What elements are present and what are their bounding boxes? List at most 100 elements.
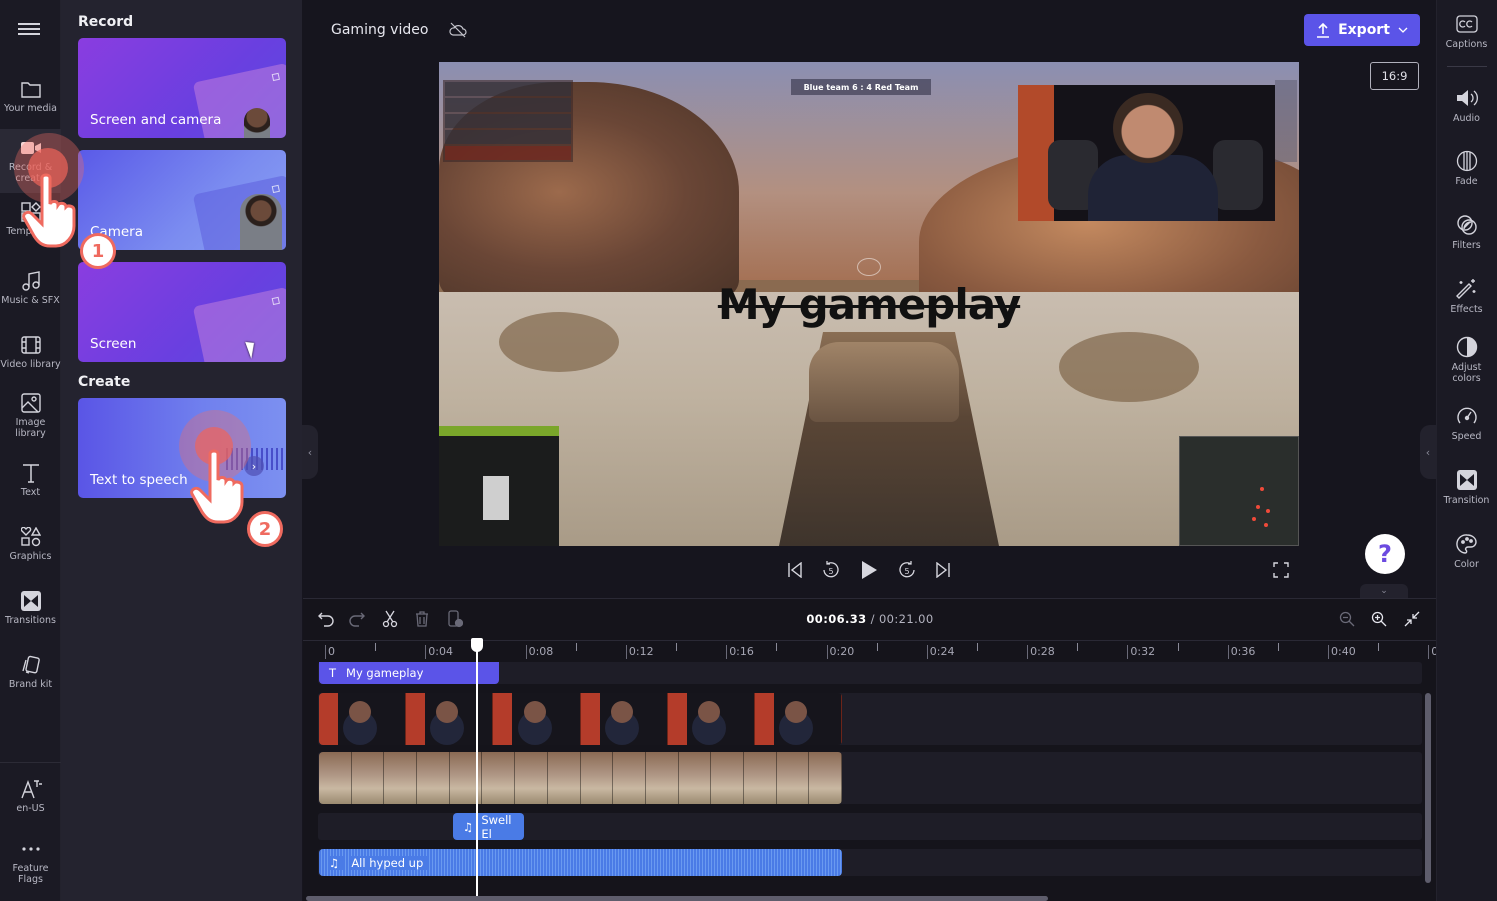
music-note-icon: ♫ [329,855,344,870]
audio-clip[interactable]: ♫ All hyped up [319,849,842,876]
clip-label: Swell El [481,813,512,840]
ruler-tick-label: 0:12 [628,645,654,658]
clip-thumbnail-frame [515,752,548,804]
project-title[interactable]: Gaming video [316,14,434,46]
fit-timeline-button[interactable] [1400,608,1424,630]
skip-to-end-button[interactable] [931,558,955,582]
screen-and-camera-card[interactable]: Screen and camera [78,38,286,138]
webcam-video-clip[interactable] [319,693,842,745]
forward-icon: 5 [899,561,915,578]
rail-item-color[interactable]: Color [1436,532,1497,570]
rail-label: Captions [1445,39,1488,50]
screen-card[interactable]: Screen [78,262,286,362]
ruler-major-tick [1227,645,1229,659]
delete-button[interactable] [410,608,434,630]
gameplay-video-clip[interactable] [319,752,842,804]
ruler-major-tick [726,645,728,659]
game-score-panel [443,80,573,162]
rail-item-transition[interactable]: Transition [1436,468,1497,506]
text-clip[interactable]: T My gameplay [319,662,499,684]
transition-icon [1455,468,1479,492]
export-button[interactable]: Export [1304,14,1420,46]
camera-card[interactable]: Camera [78,150,286,250]
rail-item-text[interactable]: Text [0,454,61,518]
timeline-horizontal-scrollbar[interactable] [306,896,1048,901]
clip-label: My gameplay [346,666,424,680]
rail-label: Brand kit [8,679,53,690]
rail-item-effects[interactable]: Effects [1436,277,1497,315]
cloud-off-icon[interactable] [442,16,474,44]
fullscreen-button[interactable] [1269,558,1293,582]
step-2-badge: 2 [247,511,283,547]
ruler-minor-tick [1077,643,1079,651]
audio-clip[interactable]: ♫ Swell El [453,813,524,840]
webcam-chair [1213,140,1263,210]
ruler-major-tick [525,645,527,659]
text-icon: T [329,666,337,680]
video-preview[interactable]: Blue team 6 : 4 Red Team My gameplay [439,62,1299,546]
help-collapse-button[interactable]: ⌄ [1360,584,1408,598]
playhead-handle[interactable] [471,638,483,652]
aspect-ratio-button[interactable]: 16:9 [1370,62,1419,90]
collapse-panel-button[interactable]: ‹ [302,425,318,479]
redo-icon [349,612,365,627]
rail-item-video-library[interactable]: Video library [0,326,61,390]
rail-item-audio[interactable]: Audio [1436,86,1497,124]
rail-item-adjust-colors[interactable]: Adjust colors [1436,335,1497,384]
menu-button[interactable] [18,20,40,38]
forward-5-button[interactable]: 5 [895,558,919,582]
rewind-5-button[interactable]: 5 [819,558,843,582]
rail-label: Your media [4,103,57,114]
skip-to-start-button[interactable] [783,558,807,582]
text-overlay[interactable]: My gameplay [439,280,1299,329]
redo-button[interactable] [345,608,369,630]
minimap-marker [1264,523,1268,527]
chevron-down-icon: ⌄ [1380,586,1388,596]
rail-item-graphics[interactable]: Graphics [0,518,61,582]
rail-item-your-media[interactable]: Your media [0,70,61,134]
collapse-properties-button[interactable]: ‹ [1420,425,1436,479]
add-to-timeline-button[interactable] [443,608,467,630]
presenter-thumbnail [244,108,270,138]
rail-item-language[interactable]: en-US [0,770,61,834]
zoom-in-button[interactable] [1367,608,1391,630]
rail-item-speed[interactable]: Speed [1436,404,1497,442]
weapon-image [483,476,509,520]
ruler-major-tick [325,645,326,659]
clip-thumbnail-frame [678,752,712,804]
rail-label: Filters [1452,240,1481,251]
rail-item-image-library[interactable]: Image library [0,384,61,448]
clip-thumbnail-frame [809,752,842,804]
webcam-overlay[interactable] [1018,85,1275,221]
window-illustration [192,286,286,362]
rail-item-filters[interactable]: Filters [1436,213,1497,251]
film-icon [20,334,42,356]
rail-item-brand-kit[interactable]: Brand kit [0,646,61,710]
ruler-tick-label: 0 [328,645,335,658]
skip-back-icon [788,562,802,578]
card-label: Screen and camera [90,112,222,128]
split-button[interactable] [378,608,402,630]
pointer-hand-icon [22,173,76,248]
rail-item-captions[interactable]: Captions [1436,12,1497,50]
rail-item-fade[interactable]: Fade [1436,149,1497,187]
undo-button[interactable] [314,608,338,630]
play-button[interactable] [857,558,881,582]
rail-item-transitions[interactable]: Transitions [0,582,61,646]
ruler-tick-label: 0:20 [829,645,855,658]
rail-item-music-sfx[interactable]: Music & SFX [0,262,61,326]
help-button[interactable]: ? [1365,534,1405,574]
rail-item-feature-flags[interactable]: Feature Flags [0,830,61,894]
rail-label: Adjust colors [1451,362,1482,384]
step-1-badge: 1 [80,233,116,269]
ruler-major-tick [826,645,828,659]
zoom-out-button[interactable] [1335,608,1359,630]
ruler-tick-label: 0:32 [1130,645,1156,658]
clip-thumbnail-frame [384,752,418,804]
timeline-vertical-scrollbar[interactable] [1425,693,1431,883]
ruler-minor-tick [375,643,377,651]
ruler-minor-tick [1277,643,1279,651]
right-rail [1436,0,1497,901]
brand-kit-icon [20,654,42,676]
collapse-arrows-icon [1404,611,1420,627]
